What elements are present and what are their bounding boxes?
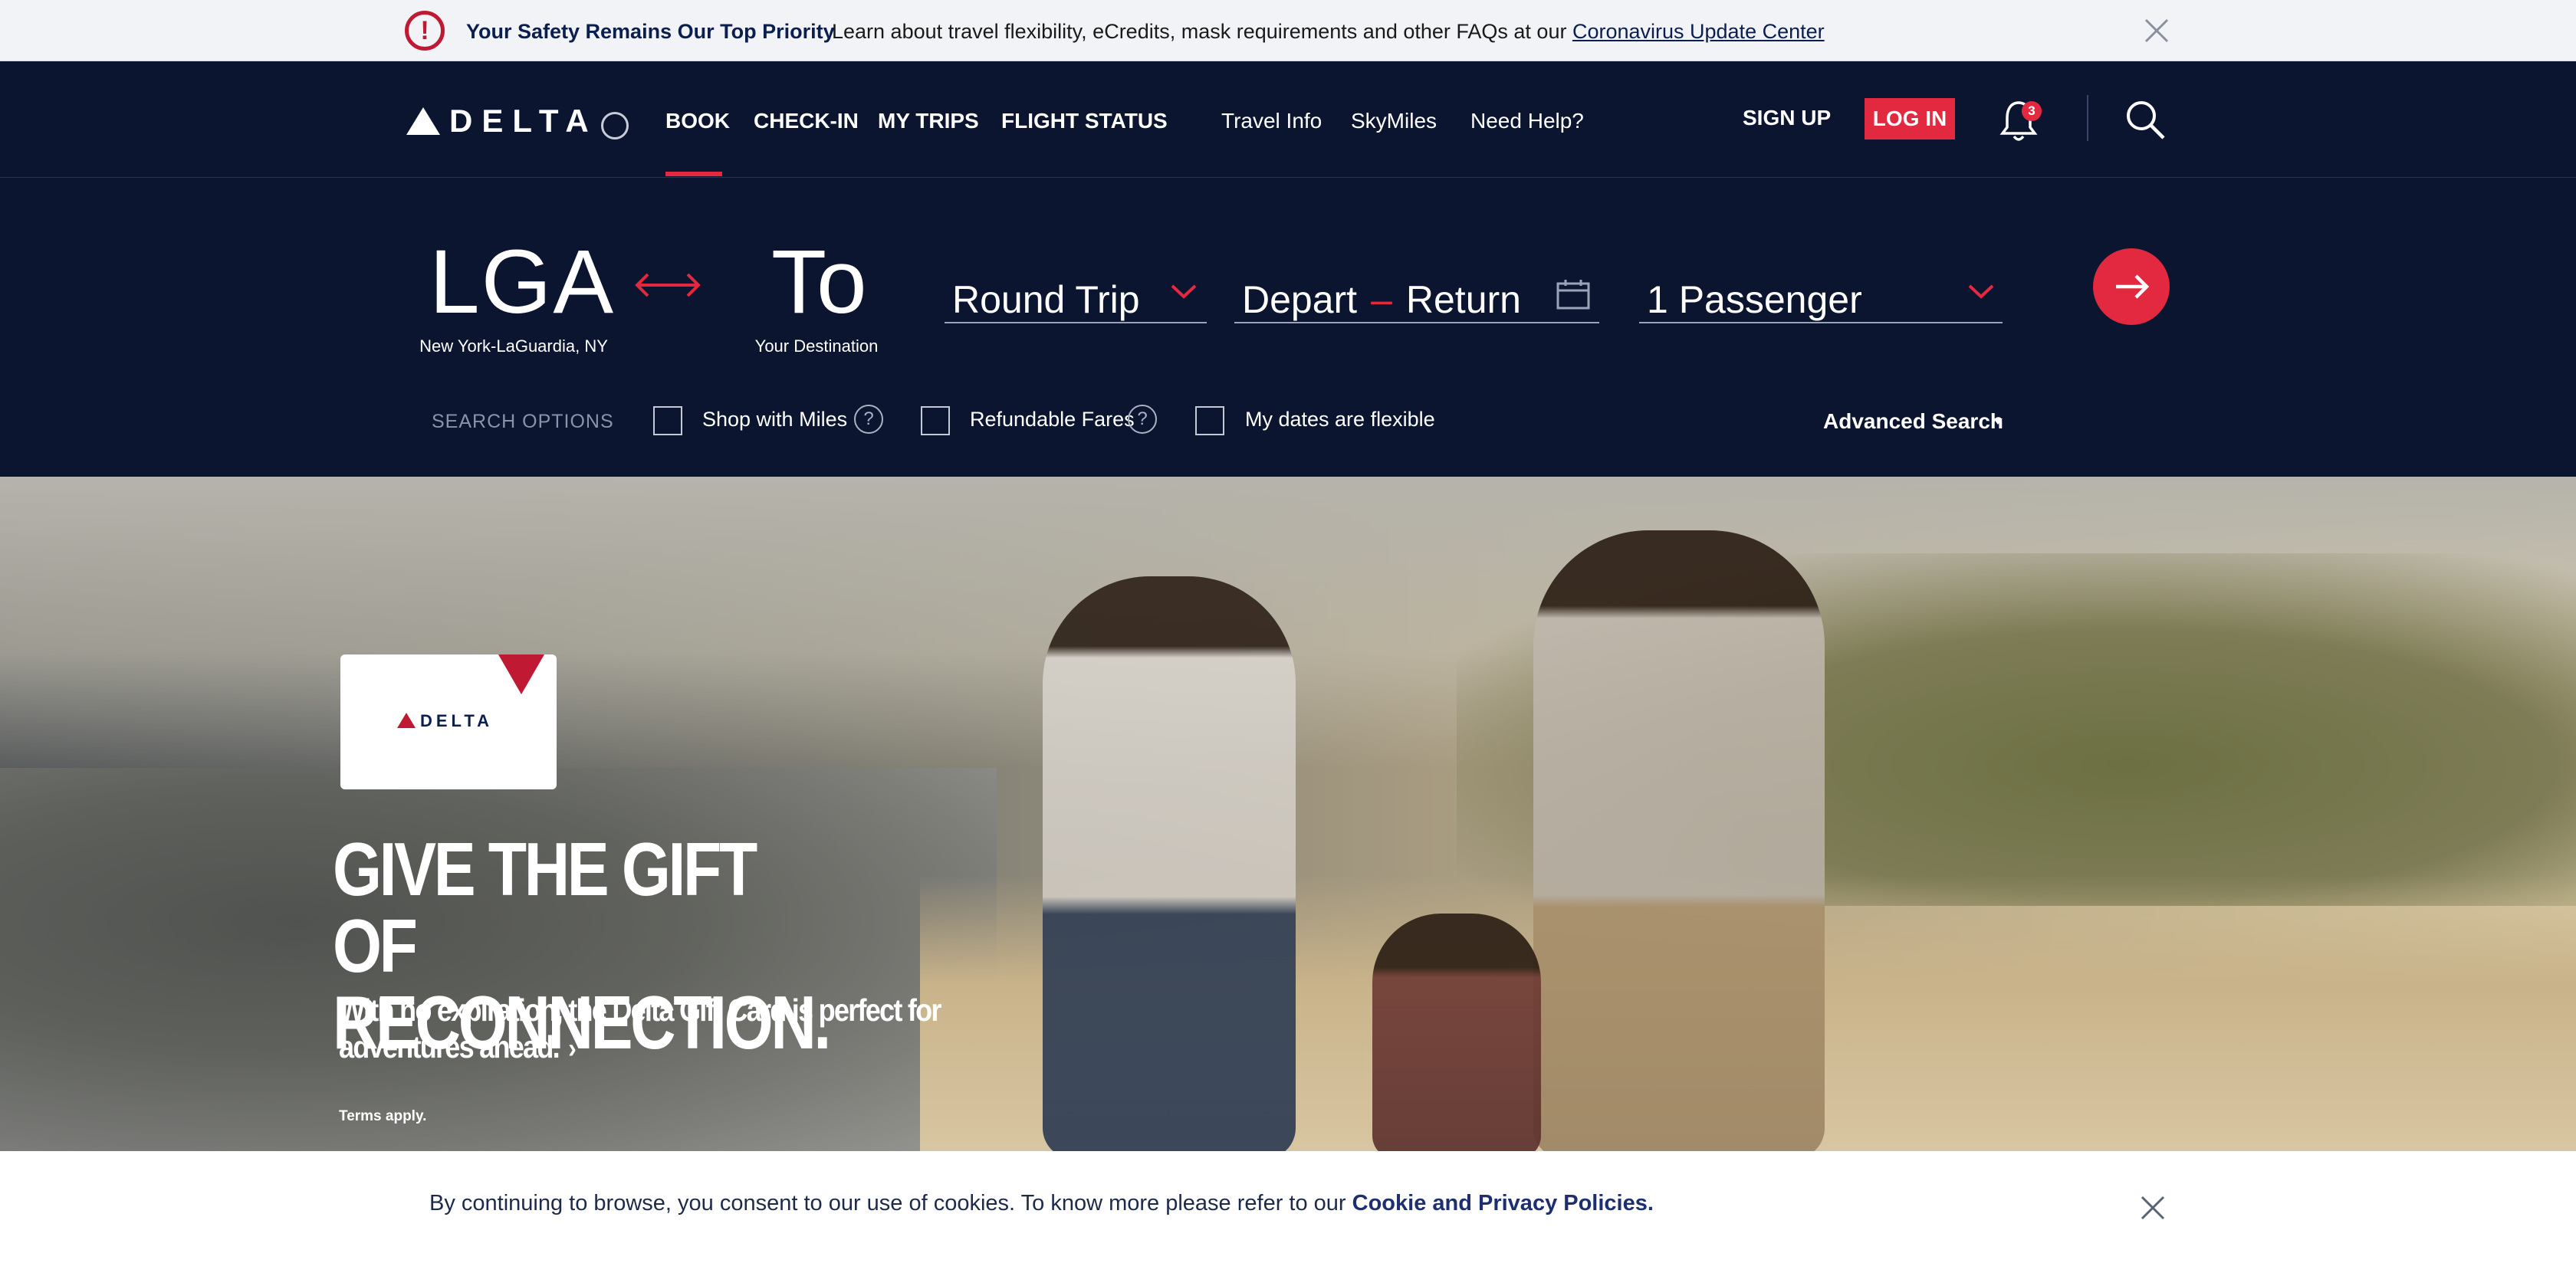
arrow-right-icon bbox=[2116, 274, 2150, 299]
hero-subtitle-link[interactable]: With no expiration, the Delta Gift Card … bbox=[339, 992, 946, 1067]
hero-title-line1: GIVE THE GIFT bbox=[333, 827, 757, 911]
refundable-fares-checkbox[interactable] bbox=[921, 406, 950, 435]
from-airport-code[interactable]: LGA bbox=[429, 230, 615, 334]
submit-search-button[interactable] bbox=[2093, 248, 2170, 325]
gift-card-corner bbox=[498, 654, 544, 694]
trip-type-value: Round Trip bbox=[952, 278, 1140, 321]
caret-down-icon bbox=[1993, 418, 2003, 425]
flexible-dates-checkbox[interactable] bbox=[1195, 406, 1224, 435]
gift-card-logo-text: DELTA bbox=[420, 711, 494, 730]
search-icon[interactable] bbox=[2124, 98, 2167, 141]
terms-text: Terms apply. bbox=[339, 1108, 427, 1124]
active-tab-indicator bbox=[665, 172, 722, 176]
nav-skymiles[interactable]: SkyMiles bbox=[1351, 109, 1437, 133]
notification-badge: 3 bbox=[2022, 101, 2042, 121]
hero-person-woman bbox=[1043, 576, 1296, 1151]
help-icon[interactable]: ? bbox=[1128, 405, 1157, 434]
close-icon[interactable] bbox=[2139, 1194, 2167, 1222]
cookie-message: By continuing to browse, you consent to … bbox=[429, 1191, 1352, 1215]
close-icon[interactable] bbox=[2143, 17, 2170, 44]
gift-card-image: DELTA bbox=[340, 654, 557, 789]
search-options-label: SEARCH OPTIONS bbox=[432, 411, 614, 432]
flexible-dates-label: My dates are flexible bbox=[1245, 408, 1435, 431]
log-in-button[interactable]: LOG IN bbox=[1865, 98, 1955, 139]
to-airport-name: Your Destination bbox=[754, 336, 879, 356]
chevron-down-icon bbox=[1968, 284, 1994, 299]
alert-title: Your Safety Remains Our Top Priority bbox=[466, 20, 835, 43]
advanced-search-link[interactable]: Advanced Search bbox=[1823, 409, 2003, 434]
hero-person-man bbox=[1533, 530, 1825, 1151]
globe-icon bbox=[600, 112, 629, 139]
passenger-value: 1 Passenger bbox=[1647, 278, 1862, 321]
alert-text: Learn about travel flexibility, eCredits… bbox=[832, 20, 1825, 44]
from-airport-name: New York-LaGuardia, NY bbox=[419, 336, 608, 356]
refundable-fares-label: Refundable Fares bbox=[970, 408, 1135, 431]
passenger-select[interactable]: 1 Passenger bbox=[1639, 262, 2003, 323]
shop-with-miles-label: Shop with Miles bbox=[702, 408, 848, 431]
logo-text: DELTA bbox=[449, 103, 598, 139]
depart-label: Depart bbox=[1242, 278, 1358, 321]
cookie-banner: By continuing to browse, you consent to … bbox=[0, 1151, 2576, 1263]
nav-flight-status[interactable]: FLIGHT STATUS bbox=[1001, 109, 1168, 133]
shop-with-miles-checkbox[interactable] bbox=[653, 406, 682, 435]
swap-arrows-icon[interactable] bbox=[632, 270, 703, 300]
nav-need-help[interactable]: Need Help? bbox=[1470, 109, 1584, 133]
nav-my-trips[interactable]: MY TRIPS bbox=[878, 109, 979, 133]
chevron-right-icon: › bbox=[568, 1032, 577, 1064]
hero-banner[interactable]: DELTA GIVE THE GIFT OF RECONNECTION. Wit… bbox=[0, 477, 2576, 1151]
alert-message: Learn about travel flexibility, eCredits… bbox=[832, 20, 1572, 43]
delta-widget-icon bbox=[406, 107, 440, 135]
nav-check-in[interactable]: CHECK-IN bbox=[754, 109, 859, 133]
calendar-icon[interactable] bbox=[1556, 279, 1590, 310]
gift-card-logo: DELTA bbox=[397, 711, 493, 731]
chevron-down-icon bbox=[1171, 284, 1197, 299]
date-range: Depart – Return bbox=[1242, 277, 1521, 322]
main-header: DELTA BOOK CHECK-IN MY TRIPS FLIGHT STAT… bbox=[0, 61, 2576, 178]
cookie-policy-link[interactable]: Cookie and Privacy Policies. bbox=[1352, 1191, 1654, 1215]
date-picker[interactable]: Depart – Return bbox=[1234, 262, 1599, 323]
trip-type-select[interactable]: Round Trip bbox=[945, 262, 1207, 323]
delta-widget-icon bbox=[397, 713, 416, 728]
booking-widget: LGA New York-LaGuardia, NY To Your Desti… bbox=[0, 178, 2576, 477]
alert-icon: ! bbox=[405, 11, 445, 51]
hero-subtitle: With no expiration, the Delta Gift Card … bbox=[339, 992, 941, 1065]
help-icon[interactable]: ? bbox=[854, 405, 883, 434]
header-divider bbox=[2087, 95, 2088, 141]
coronavirus-update-link[interactable]: Coronavirus Update Center bbox=[1572, 20, 1825, 43]
cookie-text: By continuing to browse, you consent to … bbox=[429, 1191, 1654, 1216]
date-separator: – bbox=[1371, 278, 1392, 321]
nav-book[interactable]: BOOK bbox=[665, 109, 730, 133]
hero-person-child bbox=[1372, 914, 1541, 1151]
alert-bar: ! Your Safety Remains Our Top Priority L… bbox=[0, 0, 2576, 61]
to-airport-code[interactable]: To bbox=[771, 230, 867, 334]
nav-travel-info[interactable]: Travel Info bbox=[1221, 109, 1322, 133]
return-label: Return bbox=[1405, 278, 1521, 321]
delta-logo[interactable]: DELTA bbox=[406, 98, 629, 144]
sign-up-button[interactable]: SIGN UP bbox=[1743, 106, 1831, 130]
